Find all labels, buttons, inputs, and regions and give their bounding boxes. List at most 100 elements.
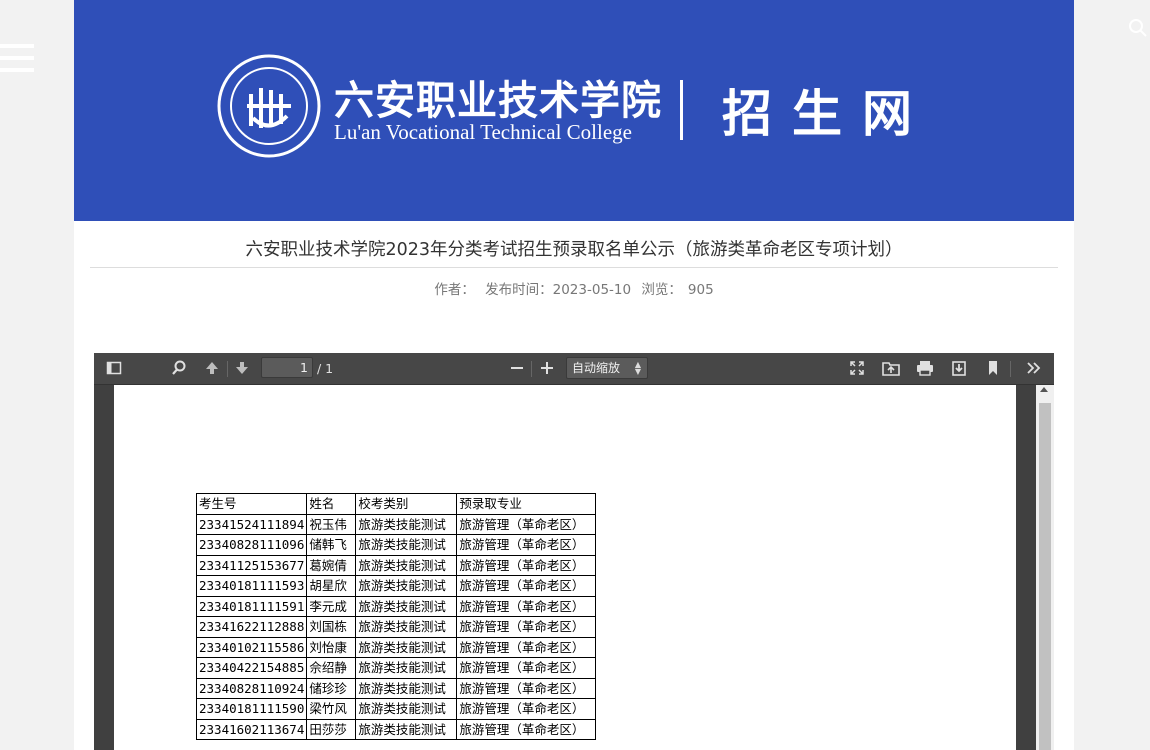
page-number-input[interactable]: 1 xyxy=(261,357,313,378)
sidebar-toggle-icon[interactable] xyxy=(103,357,125,379)
column-header: 校考类别 xyxy=(355,493,458,515)
zoom-value: 自动缩放 xyxy=(572,361,621,375)
scroll-up-arrow-icon[interactable] xyxy=(1040,387,1048,392)
table-row: 23341524111894 祝玉伟 旅游类技能测试 旅游管理（革命老区） xyxy=(195,513,597,535)
print-icon[interactable] xyxy=(914,357,936,379)
table-cell: 旅游类技能测试 xyxy=(355,534,458,556)
table-body: 23341524111894 祝玉伟 旅游类技能测试 旅游管理（革命老区） 233408… xyxy=(195,513,597,740)
table-cell: 23340181111591 xyxy=(195,595,308,617)
open-file-icon[interactable] xyxy=(880,357,902,379)
table-row: 23340828111096 储韩飞 旅游类技能测试 旅游管理（革命老区） xyxy=(195,534,597,556)
fullscreen-icon[interactable] xyxy=(846,357,868,379)
college-name-en: Lu'an Vocational Technical College xyxy=(334,120,632,144)
table-cell: 23341125153677 xyxy=(195,554,308,576)
table-cell: 旅游类技能测试 xyxy=(355,575,458,597)
arrow-up-icon[interactable] xyxy=(201,357,223,379)
table-cell: 刘国栋 xyxy=(306,616,357,638)
publish-date: 发布时间：2023-05-10 xyxy=(485,282,632,298)
toolbar-separator xyxy=(227,361,228,377)
toolbar-separator xyxy=(531,361,532,377)
table-row: 23340102115586 刘怡康 旅游类技能测试 旅游管理（革命老区） xyxy=(195,636,597,658)
table-cell: 旅游管理（革命老区） xyxy=(456,718,597,740)
table-cell: 佘绍静 xyxy=(306,657,357,679)
search-icon[interactable] xyxy=(168,357,190,379)
table-cell: 23340102115586 xyxy=(195,636,308,658)
table-row: 23340181111593 胡星欣 旅游类技能测试 旅游管理（革命老区） xyxy=(195,575,597,597)
table-cell: 葛婉倩 xyxy=(306,554,357,576)
table-cell: 旅游管理（革命老区） xyxy=(456,677,597,699)
table-cell: 旅游类技能测试 xyxy=(355,657,458,679)
table-cell: 旅游类技能测试 xyxy=(355,513,458,535)
table-cell: 旅游类技能测试 xyxy=(355,636,458,658)
table-cell: 胡星欣 xyxy=(306,575,357,597)
zoom-select[interactable]: 自动缩放 ▲ ▼ xyxy=(566,357,648,379)
column-header: 考生号 xyxy=(195,493,308,515)
views-label: 浏览： xyxy=(641,282,682,298)
table-cell: 23341524111894 xyxy=(195,513,308,535)
table-cell: 23340828111096 xyxy=(195,534,308,556)
college-emblem-icon xyxy=(217,54,321,158)
admission-table: 考生号 姓名 校考类别 预录取专业 23341524111894 祝玉伟 旅游类技能… xyxy=(195,493,597,740)
table-row: 23340422154885 佘绍静 旅游类技能测试 旅游管理（革命老区） xyxy=(195,657,597,679)
table-row: 23340181111590 梁竹风 旅游类技能测试 旅游管理（革命老区） xyxy=(195,698,597,720)
page-container: 六安职业技术学院 Lu'an Vocational Technical Coll… xyxy=(74,0,1074,750)
table-cell: 旅游类技能测试 xyxy=(355,718,458,740)
site-name: 招生网 xyxy=(722,84,932,143)
menu-icon[interactable] xyxy=(0,44,34,72)
table-cell: 旅游类技能测试 xyxy=(355,616,458,638)
table-header-row: 考生号 姓名 校考类别 预录取专业 xyxy=(195,493,597,515)
table-cell: 旅游管理（革命老区） xyxy=(456,534,597,556)
table-cell: 旅游类技能测试 xyxy=(355,698,458,720)
select-caret-icon: ▲ ▼ xyxy=(634,360,641,376)
table-cell: 旅游管理（革命老区） xyxy=(456,657,597,679)
table-cell: 旅游类技能测试 xyxy=(355,554,458,576)
search-icon[interactable] xyxy=(1128,18,1150,40)
table-cell: 23340181111590 xyxy=(195,698,308,720)
header-banner: 六安职业技术学院 Lu'an Vocational Technical Coll… xyxy=(74,0,1074,221)
table-cell: 刘怡康 xyxy=(306,636,357,658)
pdf-page: 考生号 姓名 校考类别 预录取专业 23341524111894 祝玉伟 旅游类技能… xyxy=(114,385,1016,750)
table-cell: 23341602113674 xyxy=(195,718,308,740)
table-cell: 旅游管理（革命老区） xyxy=(456,595,597,617)
download-icon[interactable] xyxy=(948,357,970,379)
table-cell: 旅游管理（革命老区） xyxy=(456,616,597,638)
table-row: 23341125153677 葛婉倩 旅游类技能测试 旅游管理（革命老区） xyxy=(195,554,597,576)
article-title: 六安职业技术学院2023年分类考试招生预录取名单公示（旅游类革命老区专项计划） xyxy=(245,240,903,260)
table-cell: 23341622112888 xyxy=(195,616,308,638)
table-row: 23340828110924 储珍珍 旅游类技能测试 旅游管理（革命老区） xyxy=(195,677,597,699)
article-meta: 作者： 发布时间：2023-05-10 浏览： 905 xyxy=(74,278,1074,298)
table-cell: 李元成 xyxy=(306,595,357,617)
scrollbar-thumb[interactable] xyxy=(1039,403,1051,750)
table-row: 23341602113674 田莎莎 旅游类技能测试 旅游管理（革命老区） xyxy=(195,718,597,740)
table-cell: 田莎莎 xyxy=(306,718,357,740)
table-cell: 旅游管理（革命老区） xyxy=(456,513,597,535)
table-cell: 旅游管理（革命老区） xyxy=(456,698,597,720)
table-cell: 23340181111593 xyxy=(195,575,308,597)
table-cell: 旅游管理（革命老区） xyxy=(456,636,597,658)
table-cell: 23340422154885 xyxy=(195,657,308,679)
table-cell: 旅游管理（革命老区） xyxy=(456,575,597,597)
column-header: 姓名 xyxy=(306,493,357,515)
author-label: 作者： xyxy=(434,282,475,298)
brand-divider xyxy=(680,80,683,140)
column-header: 预录取专业 xyxy=(456,493,597,515)
table-cell: 旅游管理（革命老区） xyxy=(456,554,597,576)
page-count: / 1 xyxy=(317,361,334,376)
table-cell: 祝玉伟 xyxy=(306,513,357,535)
table-cell: 旅游类技能测试 xyxy=(355,595,458,617)
table-row: 23340181111591 李元成 旅游类技能测试 旅游管理（革命老区） xyxy=(195,595,597,617)
pdf-toolbar: 1 / 1 自动缩放 ▲ ▼ xyxy=(94,353,1054,385)
title-divider xyxy=(90,267,1058,268)
views-count: 905 xyxy=(687,282,714,298)
bookmark-icon[interactable] xyxy=(982,357,1004,379)
table-cell: 储珍珍 xyxy=(306,677,357,699)
table-row: 23341622112888 刘国栋 旅游类技能测试 旅游管理（革命老区） xyxy=(195,616,597,638)
zoom-out-icon[interactable] xyxy=(506,357,528,379)
zoom-in-icon[interactable] xyxy=(536,357,558,379)
table-cell: 23340828110924 xyxy=(195,677,308,699)
arrow-down-icon[interactable] xyxy=(231,357,253,379)
table-cell: 旅游类技能测试 xyxy=(355,677,458,699)
double-chevron-right-icon[interactable] xyxy=(1023,357,1045,379)
vertical-scrollbar[interactable] xyxy=(1036,385,1054,750)
pdf-viewer: 1 / 1 自动缩放 ▲ ▼ 考生号 姓名 校考类别 预录取专业 2334152… xyxy=(94,353,1054,750)
